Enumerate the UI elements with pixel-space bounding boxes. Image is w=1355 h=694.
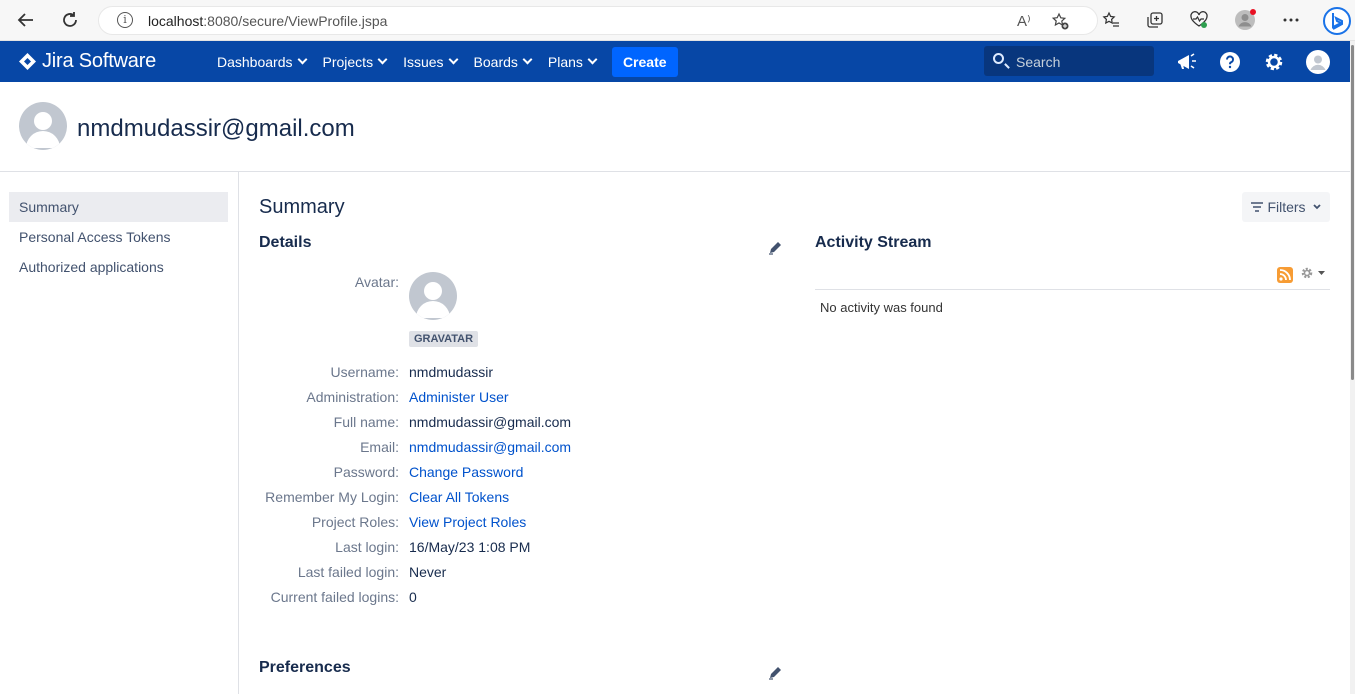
read-aloud-icon[interactable]: A⁾ (1017, 12, 1031, 30)
profile-icon[interactable] (1233, 8, 1257, 32)
administer-user-link[interactable]: Administer User (409, 389, 509, 405)
nav-label: Issues (403, 53, 444, 70)
username-label: Username: (330, 364, 399, 380)
sidebar-item-authorized-applications[interactable]: Authorized applications (9, 252, 228, 282)
chevron-down-icon (297, 54, 307, 65)
site-info-icon[interactable]: i (117, 12, 133, 28)
search-placeholder: Search (1016, 54, 1061, 70)
nav-label: Plans (547, 53, 583, 70)
page-title: Summary (259, 196, 345, 218)
remember-login-label: Remember My Login: (265, 489, 399, 505)
last-failed-login-value: Never (409, 564, 447, 580)
browser-toolbar: i localhost:8080/secure/ViewProfile.jspa… (0, 0, 1355, 41)
email-label: Email: (360, 439, 399, 455)
sidebar: Summary Personal Access Tokens Authorize… (0, 172, 239, 694)
help-icon[interactable] (1218, 50, 1242, 74)
jira-logo[interactable]: Jira Software (19, 50, 156, 73)
filter-icon (1251, 202, 1264, 212)
scrollbar-thumb[interactable] (1351, 45, 1354, 380)
username-value: nmdmudassir (409, 364, 494, 380)
change-password-link[interactable]: Change Password (409, 464, 523, 480)
last-login-value: 16/May/23 1:08 PM (409, 539, 531, 555)
nav-projects[interactable]: Projects (322, 53, 388, 70)
view-project-roles-link[interactable]: View Project Roles (409, 514, 526, 530)
chevron-down-icon (587, 54, 598, 65)
avatar-label: Avatar: (354, 274, 399, 290)
current-failed-logins-value: 0 (409, 589, 417, 605)
favorites-icon[interactable] (1099, 8, 1123, 32)
settings-gear-icon[interactable] (1262, 50, 1286, 74)
user-avatar-icon[interactable] (1306, 50, 1330, 74)
refresh-icon[interactable] (58, 8, 82, 32)
chevron-down-icon (448, 54, 458, 65)
nav-dashboards[interactable]: Dashboards (217, 53, 307, 70)
administration-label: Administration: (306, 389, 399, 405)
performance-icon[interactable] (1187, 8, 1211, 32)
chevron-down-icon (522, 54, 533, 65)
nav-label: Projects (322, 53, 374, 70)
search-input[interactable]: Search (984, 46, 1154, 76)
profile-header: nmdmudassir@gmail.com (0, 82, 1350, 172)
address-bar[interactable]: i localhost:8080/secure/ViewProfile.jspa… (98, 6, 1098, 35)
notifications-icon[interactable] (1174, 50, 1198, 74)
jira-logo-icon (19, 53, 36, 70)
logo-text: Jira Software (42, 50, 157, 72)
user-avatar[interactable] (409, 272, 457, 320)
details-title: Details (259, 234, 312, 251)
project-roles-label: Project Roles: (311, 514, 399, 530)
collections-icon[interactable] (1143, 8, 1167, 32)
add-favorite-icon[interactable] (1051, 12, 1069, 34)
gravatar-badge: GRAVATAR (409, 331, 479, 347)
url-text: localhost:8080/secure/ViewProfile.jspa (148, 13, 388, 29)
clear-all-tokens-link[interactable]: Clear All Tokens (409, 489, 509, 505)
email-link[interactable]: nmdmudassir@gmail.com (409, 439, 571, 455)
current-failed-logins-label: Current failed logins: (270, 589, 399, 605)
bing-icon[interactable] (1322, 6, 1352, 36)
activity-stream-title: Activity Stream (815, 234, 932, 251)
jira-header: Jira Software Dashboards Projects Issues… (0, 41, 1355, 82)
back-icon[interactable] (14, 8, 38, 32)
full-name-value: nmdmudassir@gmail.com (409, 414, 572, 430)
full-name-label: Full name: (333, 414, 399, 430)
password-label: Password: (333, 464, 399, 480)
preferences-title: Preferences (259, 659, 351, 676)
filters-button[interactable]: Filters (1242, 192, 1330, 222)
nav-label: Boards (473, 53, 518, 70)
nav-boards[interactable]: Boards (473, 53, 533, 70)
profile-avatar (19, 102, 67, 150)
more-options-icon[interactable] (1279, 8, 1303, 32)
sidebar-item-personal-access-tokens[interactable]: Personal Access Tokens (9, 222, 228, 252)
no-activity-message: No activity was found (820, 300, 943, 315)
nav-label: Dashboards (217, 53, 293, 70)
nav-plans[interactable]: Plans (547, 53, 598, 70)
last-failed-login-label: Last failed login: (297, 564, 399, 580)
chevron-down-icon (1312, 204, 1321, 210)
sidebar-item-summary[interactable]: Summary (9, 192, 228, 222)
nav-issues[interactable]: Issues (403, 53, 458, 70)
last-login-label: Last login: (335, 539, 399, 555)
activity-settings-gear-icon[interactable] (1300, 266, 1326, 283)
create-button[interactable]: Create (611, 46, 678, 77)
edit-details-pencil-icon[interactable] (767, 240, 783, 256)
filters-label: Filters (1267, 199, 1306, 215)
activity-divider (815, 289, 1330, 290)
chevron-down-icon (377, 54, 388, 65)
profile-name: nmdmudassir@gmail.com (77, 115, 355, 142)
edit-preferences-pencil-icon[interactable] (767, 665, 783, 681)
search-icon (993, 53, 1004, 64)
main-nav: Dashboards Projects Issues Boards Plans … (217, 41, 678, 82)
rss-feed-icon[interactable] (1277, 267, 1293, 283)
